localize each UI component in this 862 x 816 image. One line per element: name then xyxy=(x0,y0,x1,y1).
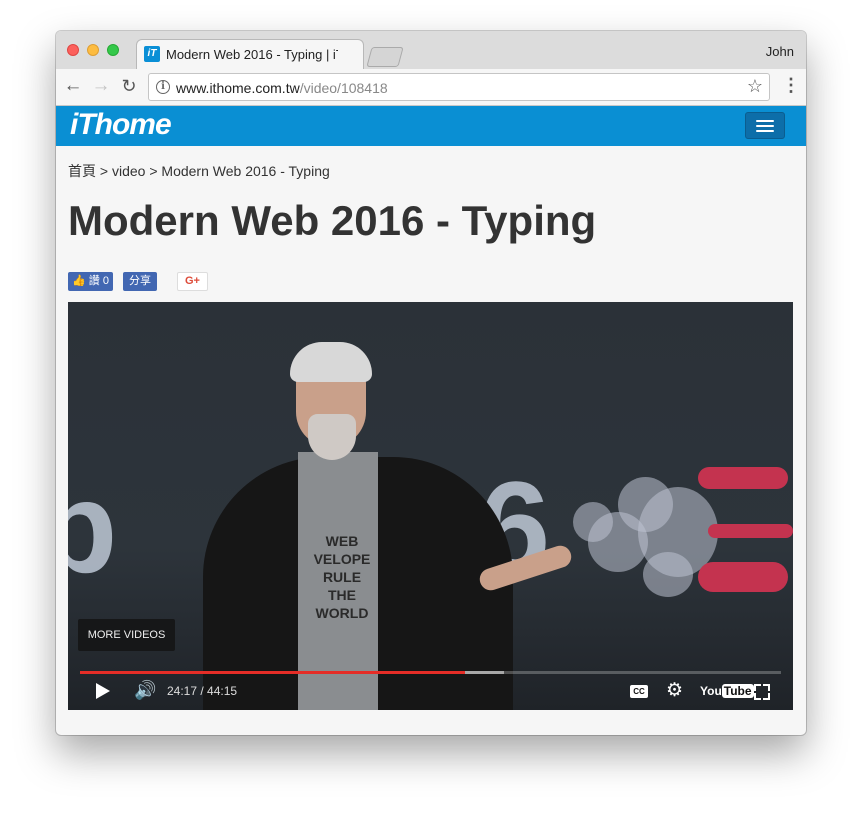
video-player[interactable]: b 6 WEB VELOPE RULE THE WORLD MORE VIDEO… xyxy=(68,302,793,710)
browser-window: iT Modern Web 2016 - Typing | iThome Joh… xyxy=(56,31,806,735)
breadcrumb-separator: > xyxy=(99,163,109,179)
google-plus-button[interactable]: G+ xyxy=(177,272,208,291)
time-display: 24:17 / 44:15 xyxy=(167,684,238,698)
ithome-favicon-icon: iT xyxy=(144,46,160,62)
speaker-hair xyxy=(290,342,372,382)
close-window-button[interactable] xyxy=(67,44,79,56)
fullscreen-corner xyxy=(763,693,770,700)
stage-backdrop-glyph: b xyxy=(68,454,118,600)
speaker-beard xyxy=(308,414,356,460)
tab-title: Modern Web 2016 - Typing | iThome xyxy=(166,47,338,62)
volume-icon[interactable]: 🔊 xyxy=(134,680,156,701)
breadcrumb-home-link[interactable]: 首頁 xyxy=(68,163,96,179)
video-progress-bar[interactable] xyxy=(80,671,781,674)
new-tab-button[interactable] xyxy=(366,47,404,67)
bookmark-star-icon[interactable]: ☆ xyxy=(747,76,763,97)
breadcrumb-separator: > xyxy=(149,163,158,179)
breadcrumb-video-link[interactable]: video xyxy=(112,163,145,179)
info-icon[interactable]: i xyxy=(156,80,170,94)
fullscreen-corner xyxy=(754,684,761,691)
more-vertical-icon[interactable]: ⋮ xyxy=(782,75,800,96)
backdrop-red-shape xyxy=(708,524,793,538)
hamburger-line xyxy=(756,130,774,132)
fullscreen-icon[interactable] xyxy=(754,684,770,700)
hamburger-line xyxy=(756,125,774,127)
minimize-window-button[interactable] xyxy=(87,44,99,56)
profile-button[interactable]: John xyxy=(766,44,794,59)
address-bar[interactable]: i www.ithome.com.tw/video/108418 ☆ xyxy=(148,73,770,101)
youtube-tube: Tube xyxy=(721,684,754,698)
backdrop-bubble xyxy=(643,552,693,597)
facebook-share-button[interactable]: 分享 xyxy=(123,272,157,291)
settings-gear-icon[interactable]: ⚙ xyxy=(666,679,683,702)
like-count: 0 xyxy=(102,275,109,287)
shirt-slogan: WEB VELOPE RULE THE WORLD xyxy=(313,533,371,621)
maximize-window-button[interactable] xyxy=(107,44,119,56)
url-text[interactable]: www.ithome.com.tw/video/108418 xyxy=(176,80,388,96)
url-host: www.ithome.com.tw xyxy=(176,80,300,96)
facebook-like-button[interactable]: 👍 讚 0 xyxy=(68,272,113,291)
ithome-logo[interactable]: iThome xyxy=(70,108,172,142)
played-progress xyxy=(80,671,465,674)
backdrop-red-shape xyxy=(698,562,788,592)
url-path: /video/108418 xyxy=(299,80,388,96)
thumbs-up-icon: 👍 xyxy=(72,275,86,287)
hamburger-menu-button[interactable] xyxy=(745,112,785,139)
fullscreen-corner xyxy=(763,684,770,691)
youtube-logo[interactable]: You Tube xyxy=(700,684,754,698)
forward-arrow-icon[interactable]: → xyxy=(89,74,113,98)
reload-icon[interactable]: ↻ xyxy=(117,74,141,98)
back-arrow-icon[interactable]: ← xyxy=(61,74,85,98)
more-videos-button[interactable]: MORE VIDEOS xyxy=(78,619,175,651)
page-title: Modern Web 2016 - Typing xyxy=(68,197,597,244)
backdrop-red-shape xyxy=(698,467,788,489)
closed-captions-icon[interactable]: CC xyxy=(630,685,648,698)
youtube-you: You xyxy=(700,684,722,698)
hamburger-line xyxy=(756,120,774,122)
breadcrumb-current: Modern Web 2016 - Typing xyxy=(161,163,330,179)
tab-strip: iT Modern Web 2016 - Typing | iThome Joh… xyxy=(56,31,806,69)
browser-toolbar: ← → ↻ i www.ithome.com.tw/video/108418 ☆… xyxy=(56,69,806,106)
site-header: iThome xyxy=(56,106,806,146)
breadcrumb: 首頁 > video > Modern Web 2016 - Typing xyxy=(68,161,330,181)
like-label: 讚 xyxy=(88,275,100,287)
fullscreen-corner xyxy=(754,693,761,700)
play-icon[interactable] xyxy=(96,683,110,699)
